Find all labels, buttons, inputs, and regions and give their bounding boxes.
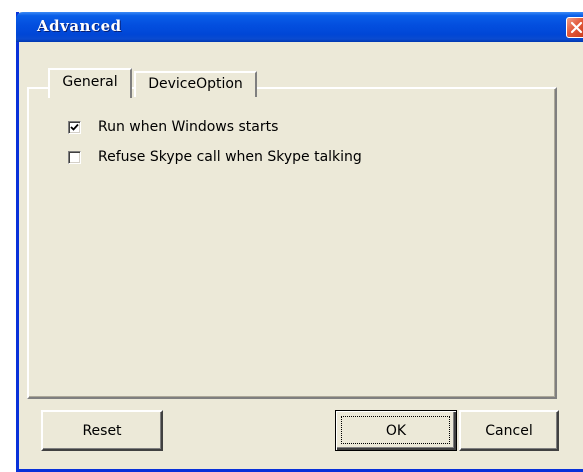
cancel-button[interactable]: Cancel — [459, 410, 559, 451]
refuse-skype-call-option[interactable]: Refuse Skype call when Skype talking — [68, 147, 362, 167]
ok-button[interactable]: OK — [335, 410, 457, 451]
refuse-skype-call-checkbox[interactable] — [68, 150, 81, 164]
tab-general[interactable]: General — [48, 68, 132, 98]
tab-deviceoption[interactable]: DeviceOption — [134, 71, 257, 97]
refuse-skype-call-label: Refuse Skype call when Skype talking — [98, 149, 362, 165]
run-at-startup-label: Run when Windows starts — [98, 119, 279, 135]
reset-button[interactable]: Reset — [41, 410, 163, 451]
run-at-startup-option[interactable]: Run when Windows starts — [68, 117, 278, 137]
focus-rectangle — [341, 416, 450, 444]
run-at-startup-checkbox[interactable] — [68, 120, 81, 134]
window-title: Advanced — [37, 17, 122, 35]
title-bar[interactable]: Advanced — [16, 12, 583, 42]
close-button[interactable] — [566, 17, 583, 38]
